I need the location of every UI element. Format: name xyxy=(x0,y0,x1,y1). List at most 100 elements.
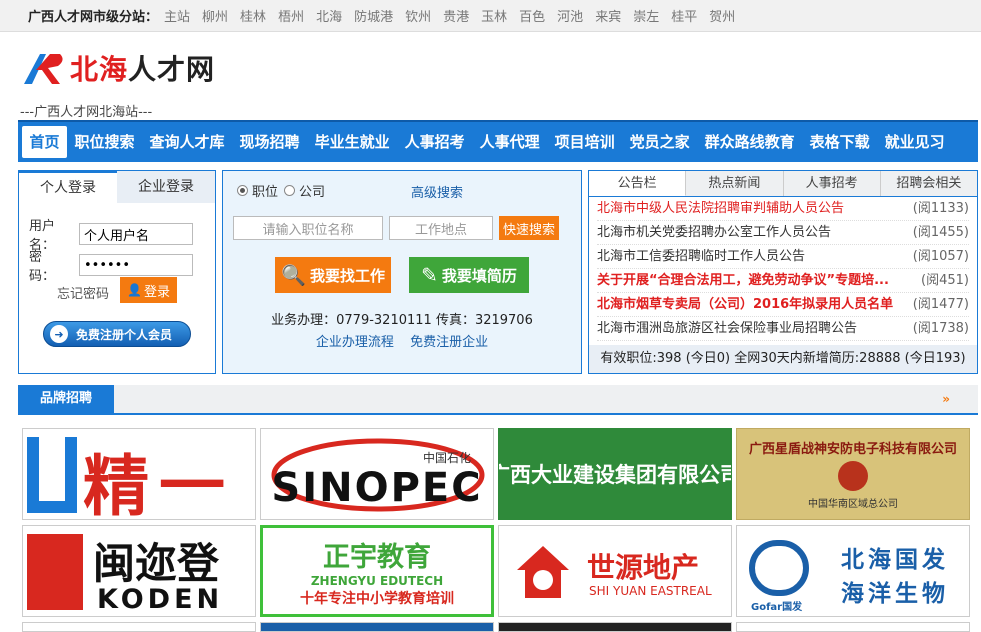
brand-tile-slogan: 十年专注中小学教育培训 xyxy=(300,590,454,607)
notice-title: 北海市涠洲岛旅游区社会保险事业局招聘公告 xyxy=(597,321,858,336)
logo-text: 北海人才网 xyxy=(70,48,215,88)
brand-tile-subtext: SHI YUAN EASTREAL xyxy=(589,584,712,598)
brand-tile-subtext: ZHENGYU EDUTECH xyxy=(310,573,444,588)
login-tabs: 个人登录 企业登录 xyxy=(19,171,215,203)
city-link-chongzuo[interactable]: 崇左 xyxy=(633,6,659,25)
city-link-baise[interactable]: 百色 xyxy=(519,6,545,25)
notice-read-count: (阅1738) xyxy=(912,321,969,336)
main-nav: 首页 职位搜索 查询人才库 现场招聘 毕业生就业 人事招考 人事代理 项目培训 … xyxy=(18,120,978,162)
password-label: 密 码： xyxy=(29,250,56,284)
notice-read-count: (阅1477) xyxy=(912,297,969,312)
nav-party-home[interactable]: 党员之家 xyxy=(622,126,697,158)
city-link-guigang[interactable]: 贵港 xyxy=(443,6,469,25)
nav-mass-line[interactable]: 群众路线教育 xyxy=(697,126,802,158)
search-icon: 🔍 xyxy=(281,263,306,287)
register-personal-label: 免费注册个人会员 xyxy=(76,327,173,342)
list-item[interactable]: 北海市中级人民法院招聘审判辅助人员公告 (阅1133) xyxy=(597,197,969,221)
username-input[interactable] xyxy=(79,223,193,245)
brand-tile-partial[interactable] xyxy=(22,622,256,632)
fill-resume-label: 我要填简历 xyxy=(441,266,517,285)
koden-logo-icon xyxy=(27,534,83,610)
brand-tile-koden[interactable]: 闽迩登 KODEN xyxy=(22,525,256,617)
login-panel: 个人登录 企业登录 用户名： 密 码： 忘记密码 👤 登录 ➜ 免费注册个人会员 xyxy=(18,170,216,374)
notice-read-count: (阅1057) xyxy=(912,249,969,264)
nav-hr-agency[interactable]: 人事代理 xyxy=(472,126,547,158)
find-job-label: 我要找工作 xyxy=(309,266,385,285)
city-link-guiping[interactable]: 桂平 xyxy=(671,6,697,25)
tab-job-fairs[interactable]: 招聘会相关 xyxy=(881,171,977,196)
site-statistics: 有效职位:398 (今日0) 全网30天内新增简历:28888 (今日193) xyxy=(589,345,977,373)
city-link-guilin[interactable]: 桂林 xyxy=(240,6,266,25)
brand-tile-partial[interactable] xyxy=(498,622,732,632)
city-link-hechi[interactable]: 河池 xyxy=(557,6,583,25)
city-link-qinzhou[interactable]: 钦州 xyxy=(405,6,431,25)
list-item[interactable]: 北海市工信委招聘临时工作人员公告 (阅1057) xyxy=(597,245,969,269)
brand-tile-daye[interactable]: 广西大业建设集团有限公司 xyxy=(498,428,732,520)
fill-resume-button[interactable]: ✎ 我要填简历 xyxy=(409,257,529,293)
advanced-search-link[interactable]: 高级搜索 xyxy=(411,182,463,201)
nav-graduates[interactable]: 毕业生就业 xyxy=(307,126,397,158)
nav-internship[interactable]: 就业见习 xyxy=(877,126,952,158)
tab-hot-news[interactable]: 热点新闻 xyxy=(686,171,784,196)
register-personal-button[interactable]: ➜ 免费注册个人会员 xyxy=(43,321,191,347)
brand-tile-sinopec[interactable]: SINOPEC 中国石化 xyxy=(260,428,494,520)
site-logo[interactable]: 北海人才网 xyxy=(20,50,215,86)
nav-job-search[interactable]: 职位搜索 xyxy=(67,126,142,158)
city-link-fangchenggang[interactable]: 防城港 xyxy=(354,6,393,25)
city-link-liuzhou[interactable]: 柳州 xyxy=(202,6,228,25)
nav-hr-exams[interactable]: 人事招考 xyxy=(397,126,472,158)
more-icon[interactable]: » xyxy=(942,392,950,406)
brand-tile-jingyi[interactable]: 精一 xyxy=(22,428,256,520)
brand-tile-xingdun[interactable]: 广西星盾战神安防电子科技有限公司 中国华南区域总公司 xyxy=(736,428,970,520)
city-sites-label: 广西人才网市级分站： xyxy=(28,10,159,25)
list-item[interactable]: 北海市烟草专卖局（公司）2016年拟录用人员名单 (阅1477) xyxy=(597,293,969,317)
radio-company[interactable] xyxy=(284,185,296,196)
notice-title: 北海市工信委招聘临时工作人员公告 xyxy=(597,249,806,264)
tab-company-login[interactable]: 企业登录 xyxy=(117,171,215,203)
find-job-button[interactable]: 🔍 我要找工作 xyxy=(275,257,391,293)
forgot-password-link[interactable]: 忘记密码 xyxy=(57,283,109,302)
tab-announcements[interactable]: 公告栏 xyxy=(589,171,687,196)
tab-hr-exams[interactable]: 人事招考 xyxy=(784,171,881,196)
city-link-main[interactable]: 主站 xyxy=(164,6,190,25)
nav-talent-search[interactable]: 查询人才库 xyxy=(142,126,232,158)
quick-search-button[interactable]: 快速搜索 xyxy=(499,216,559,240)
brand-tile-shiyuan[interactable]: 世源地产 SHI YUAN EASTREAL xyxy=(498,525,732,617)
password-input[interactable] xyxy=(79,254,193,276)
brand-recruit-header: 品牌招聘 » xyxy=(18,385,978,415)
nav-onsite-recruit[interactable]: 现场招聘 xyxy=(232,126,307,158)
city-link-yulin[interactable]: 玉林 xyxy=(481,6,507,25)
brand-tile-partial[interactable] xyxy=(260,622,494,632)
radio-job[interactable] xyxy=(237,185,248,196)
nav-home[interactable]: 首页 xyxy=(22,126,68,158)
logo-text-part: 北海 xyxy=(70,53,129,86)
nav-training[interactable]: 项目培训 xyxy=(547,126,622,158)
nav-form-download[interactable]: 表格下载 xyxy=(802,126,877,158)
shiyuan-logo-icon xyxy=(517,546,569,598)
tab-personal-login[interactable]: 个人登录 xyxy=(19,171,117,203)
pencil-icon: ✎ xyxy=(421,263,438,287)
city-link-wuzhou[interactable]: 梧州 xyxy=(278,6,304,25)
city-sites-bar: 广西人才网市级分站： 主站 柳州 桂林 梧州 北海 防城港 钦州 贵港 玉林 百… xyxy=(0,0,981,32)
gofar-logo-icon xyxy=(749,540,809,596)
brand-tile-partial[interactable] xyxy=(736,622,970,632)
company-register-link[interactable]: 免费注册企业 xyxy=(410,335,488,350)
company-links: 企业办理流程 免费注册企业 xyxy=(223,331,581,350)
notice-panel: 公告栏 热点新闻 人事招考 招聘会相关 北海市中级人民法院招聘审判辅助人员公告 (… xyxy=(588,170,978,374)
jingyi-logo-mark xyxy=(27,437,77,513)
list-item[interactable]: 北海市机关党委招聘办公室工作人员公告 (阅1455) xyxy=(597,221,969,245)
city-link-laibin[interactable]: 来宾 xyxy=(595,6,621,25)
brand-tile-gofar[interactable]: Gofar国发 北海国发 海洋生物 xyxy=(736,525,970,617)
user-icon: 👤 xyxy=(127,283,142,297)
list-item[interactable]: 北海市涠洲岛旅游区社会保险事业局招聘公告 (阅1738) xyxy=(597,317,969,341)
company-process-link[interactable]: 企业办理流程 xyxy=(316,335,394,350)
city-link-hezhou[interactable]: 贺州 xyxy=(709,6,735,25)
location-input[interactable]: 工作地点 xyxy=(389,216,493,240)
logo-mark-icon xyxy=(24,54,63,84)
brand-tile-text: 精一 xyxy=(83,447,235,520)
brand-tile-zhengyu[interactable]: 正宇教育 ZHENGYU EDUTECH 十年专注中小学教育培训 xyxy=(260,525,494,617)
login-button[interactable]: 👤 登录 xyxy=(120,277,177,303)
list-item[interactable]: 关于开展“合理合法用工，避免劳动争议”专题培... (阅451) xyxy=(597,269,969,293)
job-name-input[interactable]: 请输入职位名称 xyxy=(233,216,383,240)
city-link-beihai[interactable]: 北海 xyxy=(316,6,342,25)
